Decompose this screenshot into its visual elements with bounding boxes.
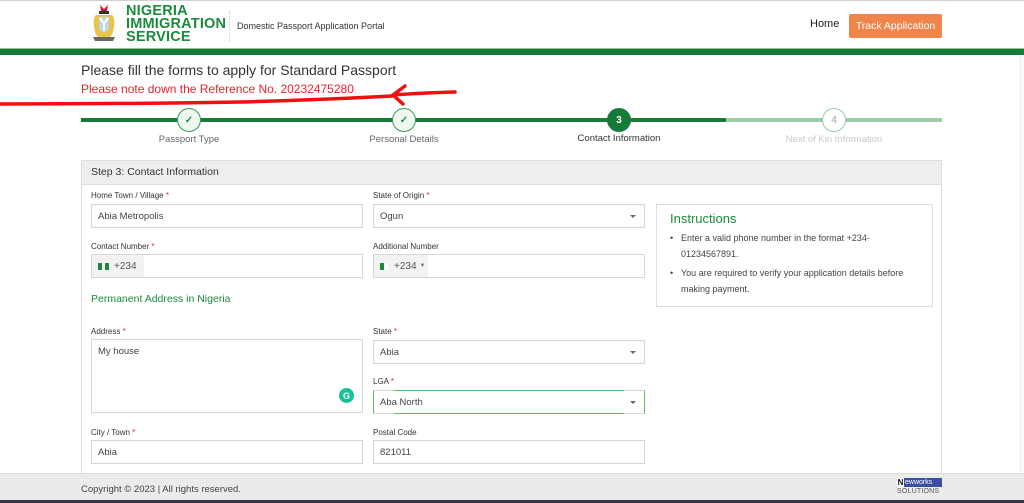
additional-number-label: Additional Number	[373, 242, 439, 251]
chevron-down-icon	[630, 401, 636, 404]
focus-indicator-bottom	[394, 413, 624, 414]
check-icon: ✓	[399, 114, 409, 126]
city-label: City / Town *	[91, 428, 135, 437]
header-divider	[229, 11, 230, 41]
step-3-label: Contact Information	[577, 133, 661, 144]
instructions-title: Instructions	[670, 211, 737, 226]
label-text: Additional Number	[373, 242, 439, 251]
permanent-address-heading: Permanent Address in Nigeria	[91, 293, 231, 305]
label-text: Postal Code	[373, 428, 417, 437]
country-code-selector[interactable]: +234	[92, 255, 144, 277]
vendor-logo-top: N ewworks	[897, 478, 942, 487]
newworks-solutions-logo[interactable]: N ewworks SOLUTIONS	[897, 478, 942, 496]
lga-label: LGA *	[373, 377, 394, 386]
check-icon: ✓	[184, 114, 194, 126]
logo-text: NIGERIA IMMIGRATION SERVICE	[126, 3, 226, 45]
label-text: Address	[91, 327, 121, 336]
scrollbar[interactable]	[1020, 55, 1024, 473]
required-mark: *	[390, 377, 394, 386]
step-4-label: Next of Kin Information	[785, 134, 883, 145]
card-header: Step 3: Contact Information	[82, 161, 941, 185]
required-mark: *	[393, 327, 398, 336]
state-of-origin-label: State of Origin *	[373, 191, 430, 200]
select-value: Ogun	[380, 211, 404, 222]
label-text: State	[373, 327, 392, 336]
required-mark: *	[165, 191, 169, 200]
nav-home-link[interactable]: Home	[810, 18, 839, 30]
state-select[interactable]: Abia	[373, 340, 645, 364]
step-1-label: Passport Type	[158, 134, 220, 145]
focus-indicator-top	[394, 390, 624, 391]
label-text: Home Town / Village	[91, 191, 164, 200]
copyright-text: Copyright © 2023 | All rights reserved.	[81, 484, 241, 495]
contact-number-label: Contact Number *	[91, 242, 155, 251]
instructions-panel: Instructions Enter a valid phone number …	[656, 204, 933, 307]
dial-code: +234	[394, 260, 417, 272]
step-4-circle[interactable]: 4	[822, 108, 846, 132]
additional-number-input[interactable]: +234 ▼	[373, 254, 645, 278]
vendor-logo-n: N	[897, 478, 904, 487]
grammarly-icon[interactable]: G	[339, 388, 354, 403]
step-1-circle[interactable]: ✓	[177, 108, 201, 132]
country-code-selector[interactable]: +234 ▼	[374, 255, 428, 277]
nigeria-flag-icon	[98, 262, 110, 270]
page: NIGERIA IMMIGRATION SERVICE Domestic Pas…	[0, 0, 1024, 503]
home-town-input[interactable]: Abia Metropolis	[91, 204, 363, 228]
address-label: Address *	[91, 327, 126, 336]
state-label: State *	[373, 327, 397, 336]
city-input[interactable]: Abia	[91, 440, 363, 464]
instruction-item: Enter a valid phone number in the format…	[670, 230, 919, 262]
caret-down-icon: ▼	[419, 263, 426, 269]
contact-number-input[interactable]: +234	[91, 254, 363, 278]
logo[interactable]: NIGERIA IMMIGRATION SERVICE	[90, 3, 226, 45]
lga-select[interactable]: Aba North	[373, 390, 645, 414]
state-of-origin-select[interactable]: Ogun	[373, 204, 645, 228]
nigeria-flag-icon	[380, 262, 389, 270]
progress-stepper: ✓ Passport Type ✓ Personal Details 3 Con…	[81, 108, 942, 148]
step-3-circle[interactable]: 3	[607, 108, 631, 132]
postal-code-label: Postal Code	[373, 428, 417, 437]
reference-number-note: Please note down the Reference No. 20232…	[81, 82, 354, 96]
home-town-label: Home Town / Village *	[91, 191, 169, 200]
vendor-logo-text: ewworks	[904, 478, 942, 487]
chevron-down-icon	[630, 351, 636, 354]
required-mark: *	[122, 327, 126, 336]
label-text: State of Origin	[373, 191, 425, 200]
footer: Copyright © 2023 | All rights reserved. …	[0, 473, 1024, 500]
chevron-down-icon	[630, 215, 636, 218]
coat-of-arms-icon	[90, 3, 118, 45]
instruction-item: You are required to verify your applicat…	[670, 265, 919, 297]
logo-line-3: SERVICE	[126, 28, 191, 45]
label-text: City / Town	[91, 428, 130, 437]
label-text: LGA	[373, 377, 389, 386]
select-value: Aba North	[380, 397, 423, 408]
step-2-label: Personal Details	[369, 134, 439, 145]
portal-name: Domestic Passport Application Portal	[237, 21, 385, 31]
label-text: Contact Number	[91, 242, 150, 251]
required-mark: *	[426, 191, 430, 200]
select-value: Abia	[380, 347, 400, 358]
dial-code: +234	[114, 260, 137, 272]
postal-code-input[interactable]: 821011	[373, 440, 645, 464]
instructions-list: Enter a valid phone number in the format…	[670, 230, 919, 297]
step-2-circle[interactable]: ✓	[392, 108, 416, 132]
header: NIGERIA IMMIGRATION SERVICE Domestic Pas…	[0, 0, 1024, 48]
required-mark: *	[132, 428, 136, 437]
page-title: Please fill the forms to apply for Stand…	[81, 62, 397, 78]
address-textarea[interactable]: My house	[91, 339, 363, 413]
vendor-logo-subtitle: SOLUTIONS	[897, 488, 940, 495]
track-application-button[interactable]: Track Application	[849, 14, 942, 38]
header-green-bar	[0, 49, 1024, 55]
required-mark: *	[151, 242, 155, 251]
